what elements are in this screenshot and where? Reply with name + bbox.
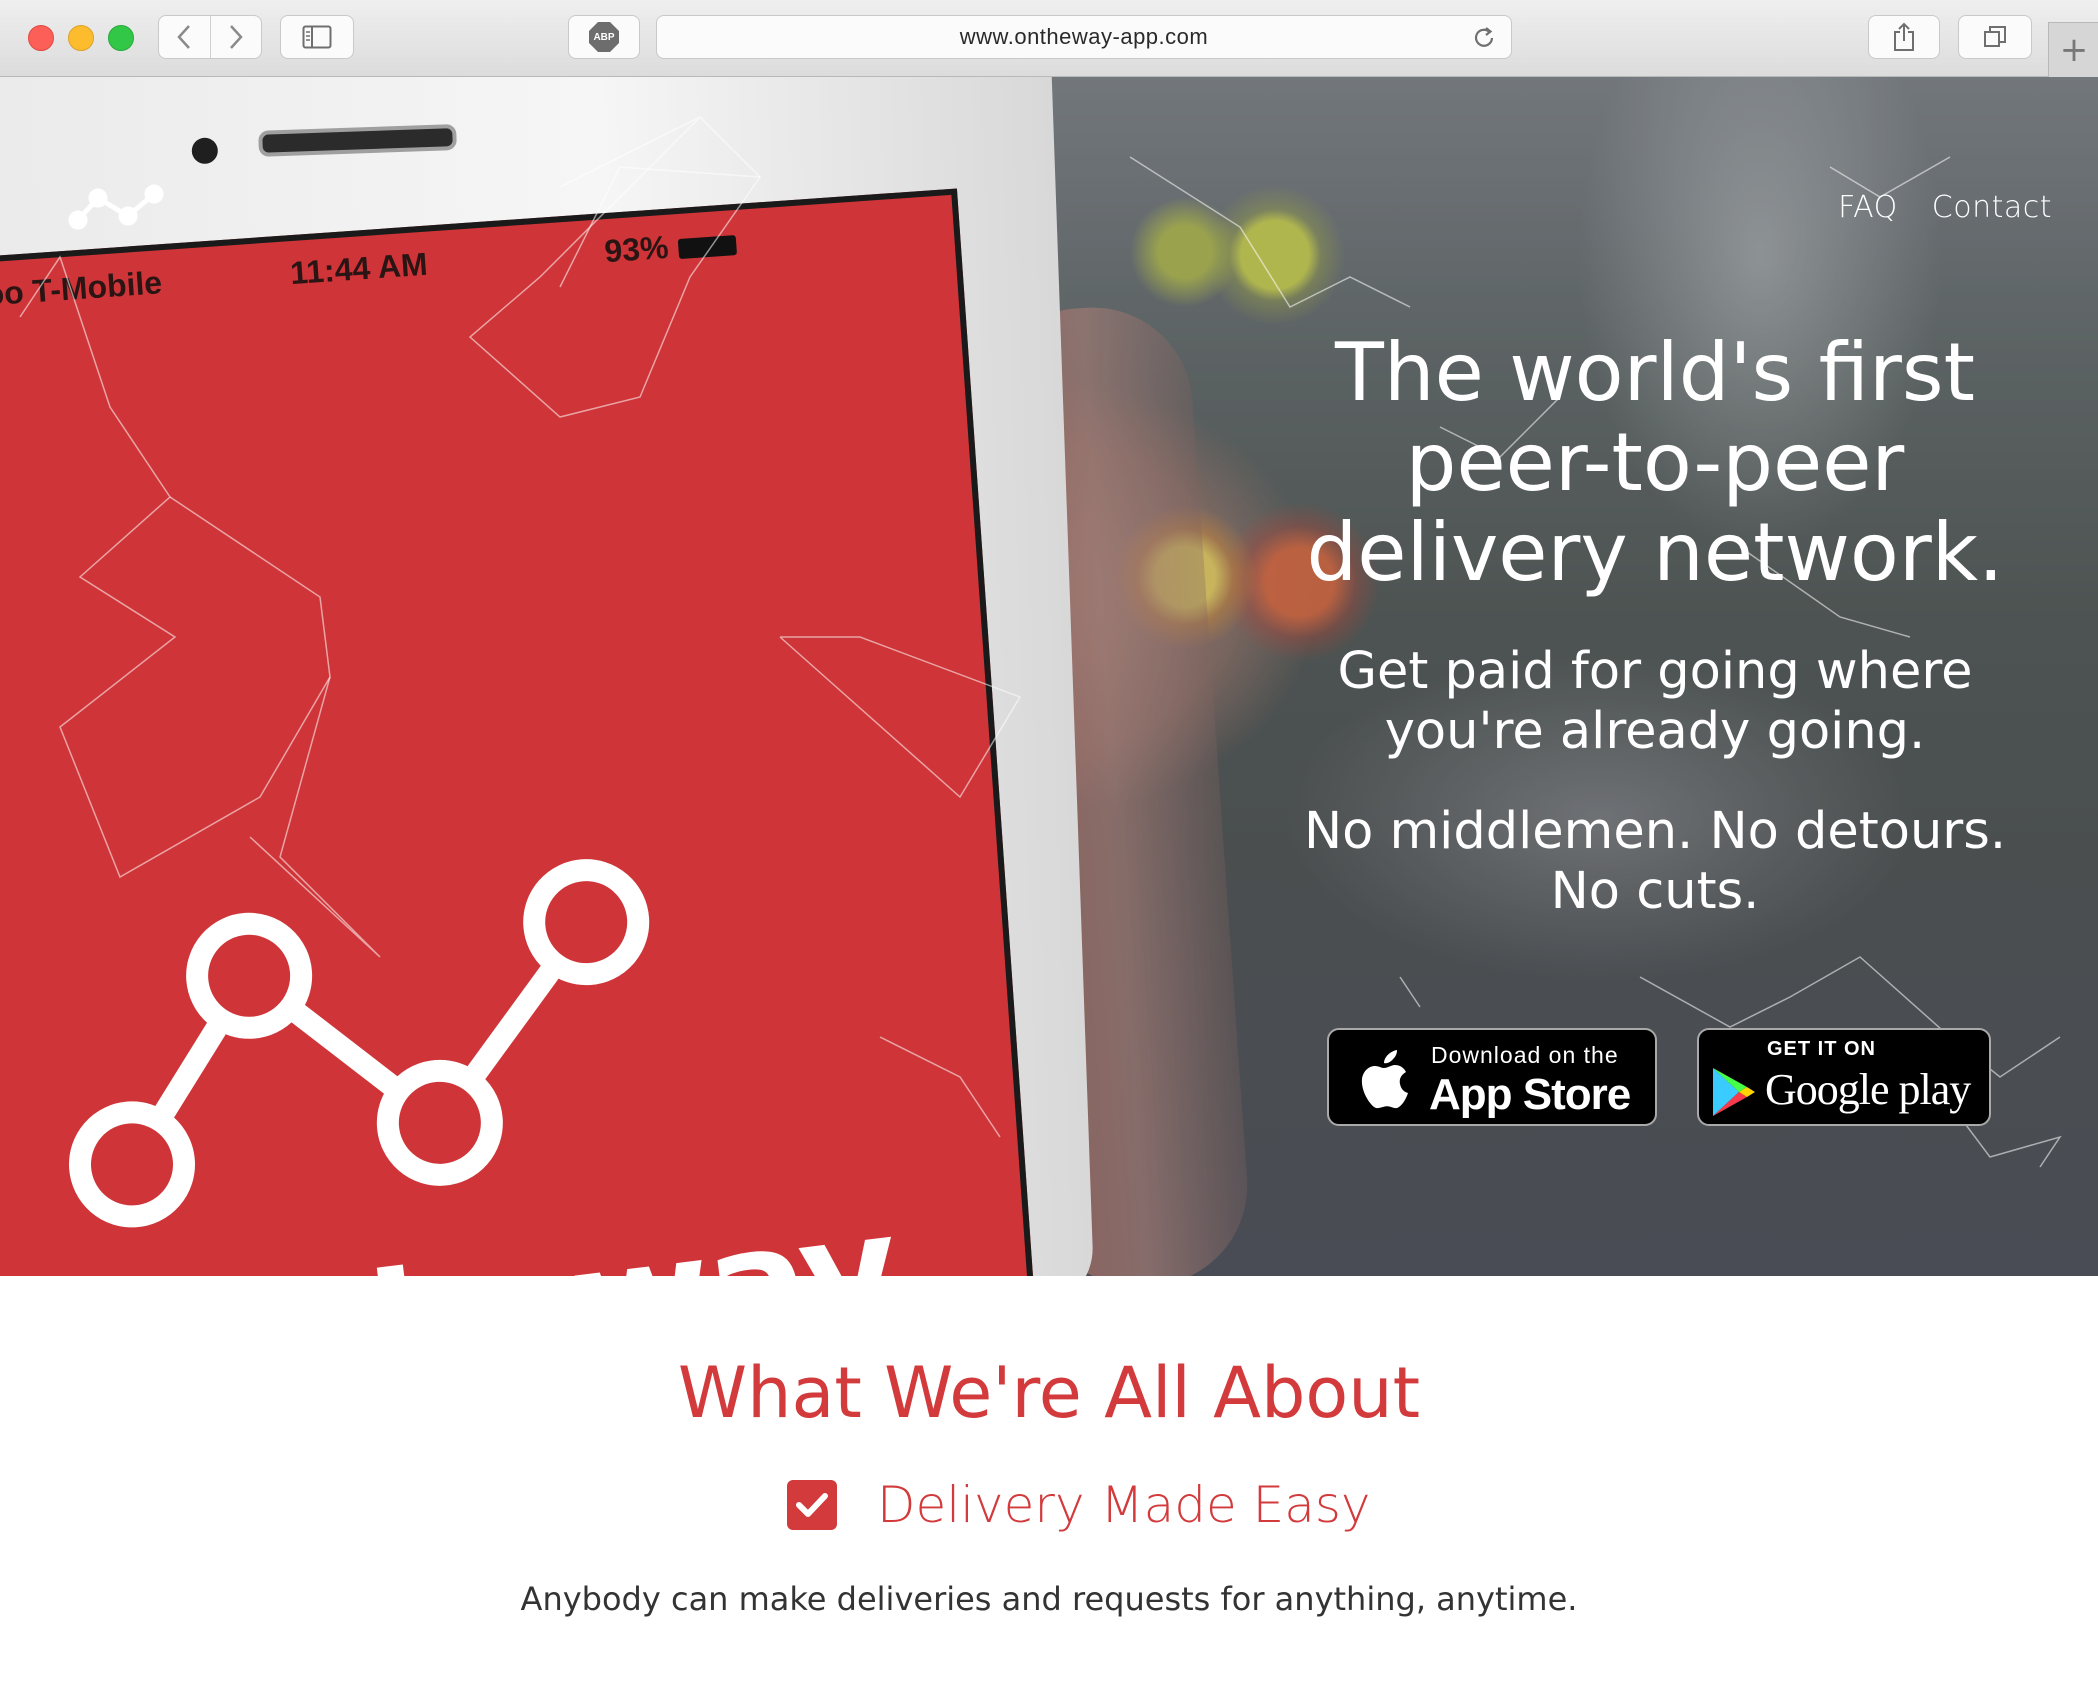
app-store-badge-button[interactable]: Download on the App Store bbox=[1327, 1028, 1657, 1126]
minimize-window-button[interactable] bbox=[68, 25, 94, 51]
chevron-right-icon bbox=[229, 25, 243, 49]
feature-item: Delivery Made Easy bbox=[787, 1476, 1370, 1534]
app-store-big-text: App Store bbox=[1429, 1070, 1631, 1119]
share-button[interactable] bbox=[1868, 15, 1940, 59]
forward-button[interactable] bbox=[209, 16, 262, 58]
tabs-icon bbox=[1984, 26, 2006, 47]
chevron-left-icon bbox=[177, 25, 191, 49]
google-play-big-text: Google play bbox=[1765, 1065, 1971, 1114]
browser-toolbar: ABP www.ontheway-app.com + bbox=[0, 0, 2098, 77]
reload-icon bbox=[1474, 27, 1494, 47]
site-logo-icon[interactable] bbox=[68, 182, 164, 232]
google-play-small-text: GET IT ON bbox=[1767, 1038, 1876, 1060]
plus-icon: + bbox=[2059, 30, 2089, 70]
adblock-icon: ABP bbox=[589, 22, 619, 52]
app-store-small-text: Download on the bbox=[1431, 1042, 1619, 1068]
about-section-title: What We're All About bbox=[677, 1352, 1421, 1434]
google-play-badge-button[interactable]: GET IT ON Google play bbox=[1697, 1028, 1991, 1126]
headline-line-2: peer-to-peer bbox=[1405, 416, 1905, 509]
feature-description: Anybody can make deliveries and requests… bbox=[520, 1580, 1578, 1618]
value-prop-line-2: No cuts. bbox=[1550, 862, 1760, 921]
nav-contact-link[interactable]: Contact bbox=[1932, 190, 2052, 225]
nav-faq-link[interactable]: FAQ bbox=[1838, 190, 1898, 225]
back-button[interactable] bbox=[159, 16, 210, 58]
reload-button[interactable] bbox=[1471, 25, 1497, 56]
new-tab-button[interactable]: + bbox=[2048, 22, 2098, 77]
value-prop-line-1: No middlemen. No detours. bbox=[1303, 802, 2007, 861]
tagline-line-2: you're already going. bbox=[1384, 702, 1926, 761]
history-nav bbox=[158, 15, 262, 59]
sidebar-toggle-button[interactable] bbox=[280, 15, 354, 59]
tab-overview-button[interactable] bbox=[1958, 15, 2032, 59]
tagline-line-1: Get paid for going where bbox=[1337, 642, 1973, 701]
google-play-icon bbox=[1713, 1068, 1755, 1116]
zoom-window-button[interactable] bbox=[108, 25, 134, 51]
apple-icon bbox=[1361, 1050, 1408, 1109]
url-text: www.ontheway-app.com bbox=[959, 24, 1209, 49]
share-icon bbox=[1894, 22, 1914, 51]
hero-tagline: Get paid for going where you're already … bbox=[1205, 642, 2098, 762]
main-nav: FAQ Contact bbox=[1838, 190, 2052, 225]
hero-value-prop: No middlemen. No detours. No cuts. bbox=[1205, 802, 2098, 922]
address-bar[interactable]: www.ontheway-app.com bbox=[656, 15, 1512, 59]
feature-title: Delivery Made Easy bbox=[877, 1476, 1371, 1534]
sidebar-icon bbox=[302, 25, 332, 49]
close-window-button[interactable] bbox=[28, 25, 54, 51]
headline-line-1: The world's first bbox=[1335, 326, 1975, 419]
checkbox-checked-icon bbox=[787, 1480, 837, 1530]
adblock-button[interactable]: ABP bbox=[568, 15, 640, 59]
hero-headline: The world's first peer-to-peer delivery … bbox=[1205, 328, 2098, 598]
headline-line-3: delivery network. bbox=[1306, 506, 2004, 599]
